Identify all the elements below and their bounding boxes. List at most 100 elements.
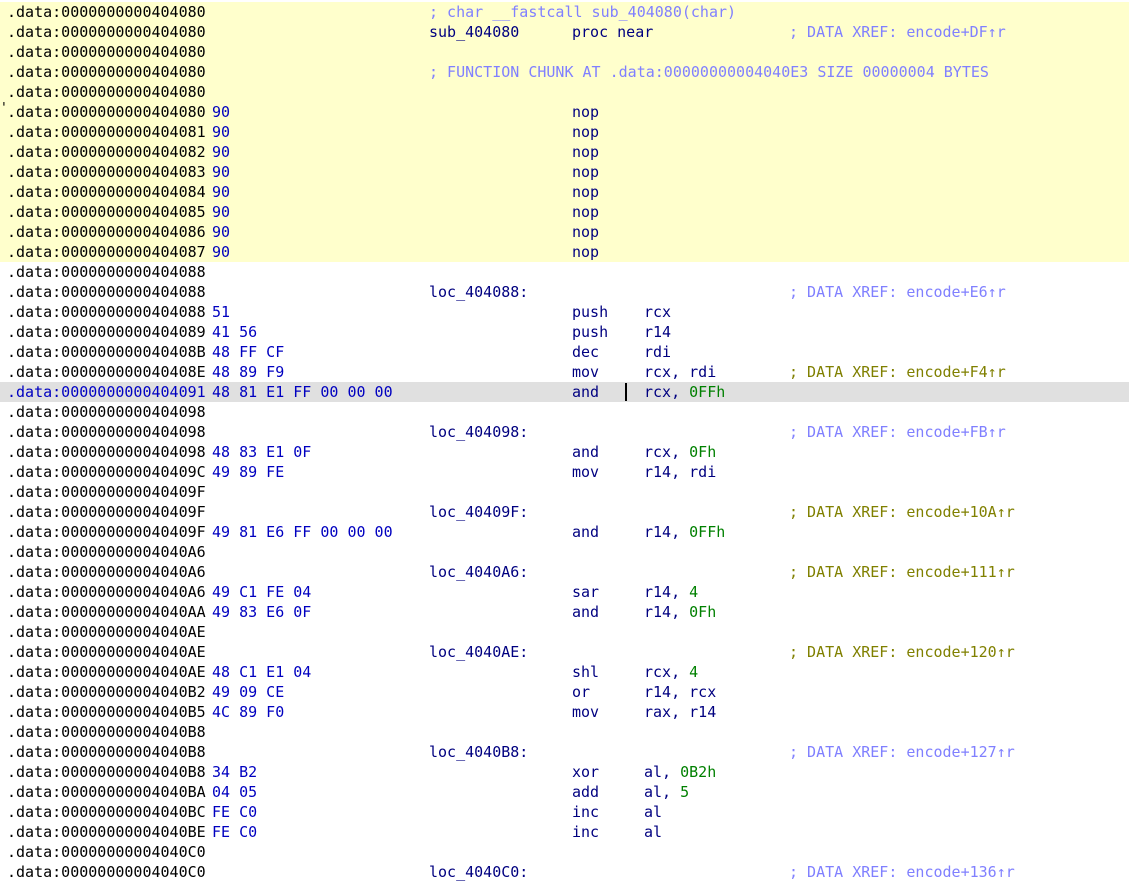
listing-line[interactable]: .data:00000000004040AE 48 C1 E1 04 shl rcx,… bbox=[0, 662, 1129, 682]
listing-line[interactable]: .data:00000000004040B2 49 09 CE or r14, rcx bbox=[0, 682, 1129, 702]
line-address[interactable]: .data:000000000040409F bbox=[7, 482, 206, 502]
line-address[interactable]: .data:00000000004040BA bbox=[7, 782, 206, 802]
line-address[interactable]: .data:0000000000404080 bbox=[7, 42, 206, 62]
instruction-mnemonic[interactable]: nop bbox=[572, 222, 599, 242]
line-address[interactable]: .data:00000000004040AA bbox=[7, 602, 206, 622]
listing-line[interactable]: .data:0000000000404098 loc_404098: ; DATA … bbox=[0, 422, 1129, 442]
line-address[interactable]: .data:00000000004040AE bbox=[7, 622, 206, 642]
instruction-operands[interactable]: rcx, rdi bbox=[644, 362, 716, 382]
line-address[interactable]: .data:0000000000404085 bbox=[7, 202, 206, 222]
listing-line[interactable]: .data:000000000040409F bbox=[0, 482, 1129, 502]
listing-line[interactable]: .data:00000000004040B5 4C 89 F0 mov rax, r1… bbox=[0, 702, 1129, 722]
instruction-mnemonic[interactable]: nop bbox=[572, 122, 599, 142]
instruction-mnemonic[interactable]: sar bbox=[572, 582, 599, 602]
code-label[interactable]: sub_404080 bbox=[429, 22, 519, 42]
line-address[interactable]: .data:0000000000404098 bbox=[7, 442, 206, 462]
listing-line[interactable]: .data:0000000000404082 90 nop bbox=[0, 142, 1129, 162]
instruction-operands[interactable]: rcx, 0Fh bbox=[644, 442, 716, 462]
code-label[interactable]: loc_404088: bbox=[429, 282, 528, 302]
line-address[interactable]: .data:0000000000404081 bbox=[7, 122, 206, 142]
line-address[interactable]: .data:0000000000404088 bbox=[7, 262, 206, 282]
line-address[interactable]: .data:0000000000404087 bbox=[7, 242, 206, 262]
instruction-mnemonic[interactable]: inc bbox=[572, 822, 599, 842]
instruction-mnemonic[interactable]: shl bbox=[572, 662, 599, 682]
listing-line[interactable]: .data:00000000004040A6 loc_4040A6: ; DATA … bbox=[0, 562, 1129, 582]
listing-line[interactable]: .data:00000000004040C0 loc_4040C0: ; DATA … bbox=[0, 862, 1129, 882]
listing-line[interactable]: .data:0000000000404085 90 nop bbox=[0, 202, 1129, 222]
instruction-operands[interactable]: r14, 0FFh bbox=[644, 522, 725, 542]
xref-comment[interactable]: ; DATA XREF: encode+127↑r bbox=[789, 742, 1015, 762]
instruction-operands[interactable]: al bbox=[644, 802, 662, 822]
listing-line[interactable]: .data:00000000004040AE loc_4040AE: ; DATA … bbox=[0, 642, 1129, 662]
code-label[interactable]: loc_40409F: bbox=[429, 502, 528, 522]
line-address[interactable]: .data:0000000000404091 bbox=[7, 382, 206, 402]
line-address[interactable]: .data:0000000000404080 bbox=[7, 62, 206, 82]
instruction-operands[interactable]: al, 0B2h bbox=[644, 762, 716, 782]
line-address[interactable]: .data:00000000004040B8 bbox=[7, 722, 206, 742]
line-address[interactable]: .data:0000000000404098 bbox=[7, 402, 206, 422]
code-label[interactable]: loc_4040B8: bbox=[429, 742, 528, 762]
line-address[interactable]: .data:000000000040409F bbox=[7, 502, 206, 522]
immediate-value[interactable]: 0Fh bbox=[689, 443, 716, 461]
xref-comment[interactable]: ; DATA XREF: encode+111↑r bbox=[789, 562, 1015, 582]
instruction-mnemonic[interactable]: push bbox=[572, 322, 608, 342]
instruction-mnemonic[interactable]: and bbox=[572, 382, 599, 402]
line-address[interactable]: .data:00000000004040BC bbox=[7, 802, 206, 822]
instruction-operands[interactable]: al bbox=[644, 822, 662, 842]
instruction-mnemonic[interactable]: and bbox=[572, 522, 599, 542]
instruction-mnemonic[interactable]: mov bbox=[572, 702, 599, 722]
immediate-value[interactable]: 4 bbox=[689, 663, 698, 681]
instruction-operands[interactable]: r14 bbox=[644, 322, 671, 342]
instruction-mnemonic[interactable]: and bbox=[572, 442, 599, 462]
listing-line[interactable]: .data:000000000040409C 49 89 FE mov r14, rd… bbox=[0, 462, 1129, 482]
line-address[interactable]: .data:00000000004040BE bbox=[7, 822, 206, 842]
listing-line[interactable]: .data:0000000000404080 ; FUNCTION CHUNK A… bbox=[0, 62, 1129, 82]
line-address[interactable]: .data:0000000000404084 bbox=[7, 182, 206, 202]
instruction-mnemonic[interactable]: nop bbox=[572, 242, 599, 262]
listing-line[interactable]: .data:00000000004040C0 bbox=[0, 842, 1129, 862]
code-label[interactable]: loc_4040AE: bbox=[429, 642, 528, 662]
xref-comment[interactable]: ; DATA XREF: encode+FB↑r bbox=[789, 422, 1006, 442]
listing-line[interactable]: ' .data:0000000000404080 90 nop bbox=[0, 102, 1129, 122]
instruction-operands[interactable]: al, 5 bbox=[644, 782, 689, 802]
line-address[interactable]: .data:0000000000404080 bbox=[7, 22, 206, 42]
instruction-operands[interactable]: rcx, 0FFh bbox=[644, 382, 725, 402]
listing-line[interactable]: .data:000000000040409F loc_40409F: ; DATA … bbox=[0, 502, 1129, 522]
line-address[interactable]: .data:00000000004040C0 bbox=[7, 862, 206, 882]
instruction-mnemonic[interactable]: inc bbox=[572, 802, 599, 822]
immediate-value[interactable]: 0FFh bbox=[689, 383, 725, 401]
disassembly-listing[interactable]: .data:0000000000404080 ; char __fastcall … bbox=[0, 0, 1129, 881]
listing-line[interactable]: .data:0000000000404088 51 push rcx bbox=[0, 302, 1129, 322]
line-address[interactable]: .data:000000000040408E bbox=[7, 362, 206, 382]
line-address[interactable]: .data:0000000000404080 bbox=[7, 102, 206, 122]
line-address[interactable]: .data:0000000000404086 bbox=[7, 222, 206, 242]
listing-line[interactable]: .data:00000000004040A6 bbox=[0, 542, 1129, 562]
instruction-operands[interactable]: rcx bbox=[644, 302, 671, 322]
listing-line[interactable]: .data:00000000004040B8 loc_4040B8: ; DATA … bbox=[0, 742, 1129, 762]
line-address[interactable]: .data:0000000000404083 bbox=[7, 162, 206, 182]
instruction-mnemonic[interactable]: and bbox=[572, 602, 599, 622]
listing-line[interactable]: .data:00000000004040B8 bbox=[0, 722, 1129, 742]
instruction-mnemonic[interactable]: add bbox=[572, 782, 599, 802]
listing-line[interactable]: .data:00000000004040B8 34 B2 xor al, 0B2h bbox=[0, 762, 1129, 782]
listing-line[interactable]: .data:0000000000404083 90 nop bbox=[0, 162, 1129, 182]
instruction-mnemonic[interactable]: nop bbox=[572, 162, 599, 182]
line-address[interactable]: .data:00000000004040AE bbox=[7, 642, 206, 662]
xref-comment[interactable]: ; DATA XREF: encode+120↑r bbox=[789, 642, 1015, 662]
xref-comment[interactable]: ; DATA XREF: encode+DF↑r bbox=[789, 22, 1006, 42]
listing-line[interactable]: .data:000000000040408B 48 FF CF dec rdi bbox=[0, 342, 1129, 362]
listing-line[interactable]: .data:000000000040408E 48 89 F9 mov rcx, rd… bbox=[0, 362, 1129, 382]
listing-line-selected[interactable]: .data:0000000000404091 48 81 E1 FF 00 00 … bbox=[0, 382, 1129, 402]
line-address[interactable]: .data:0000000000404082 bbox=[7, 142, 206, 162]
line-address[interactable]: .data:000000000040408B bbox=[7, 342, 206, 362]
line-address[interactable]: .data:0000000000404080 bbox=[7, 82, 206, 102]
instruction-mnemonic[interactable]: mov bbox=[572, 362, 599, 382]
instruction-mnemonic[interactable]: proc near bbox=[572, 22, 653, 42]
listing-line[interactable]: .data:0000000000404080 bbox=[0, 42, 1129, 62]
listing-line[interactable]: .data:00000000004040AA 49 83 E6 0F and r14,… bbox=[0, 602, 1129, 622]
listing-line[interactable]: .data:0000000000404088 loc_404088: ; DATA … bbox=[0, 282, 1129, 302]
listing-line[interactable]: .data:0000000000404080 sub_404080 proc nea… bbox=[0, 22, 1129, 42]
instruction-operands[interactable]: r14, 0Fh bbox=[644, 602, 716, 622]
line-address[interactable]: .data:00000000004040C0 bbox=[7, 842, 206, 862]
instruction-operands[interactable]: r14, rcx bbox=[644, 682, 716, 702]
